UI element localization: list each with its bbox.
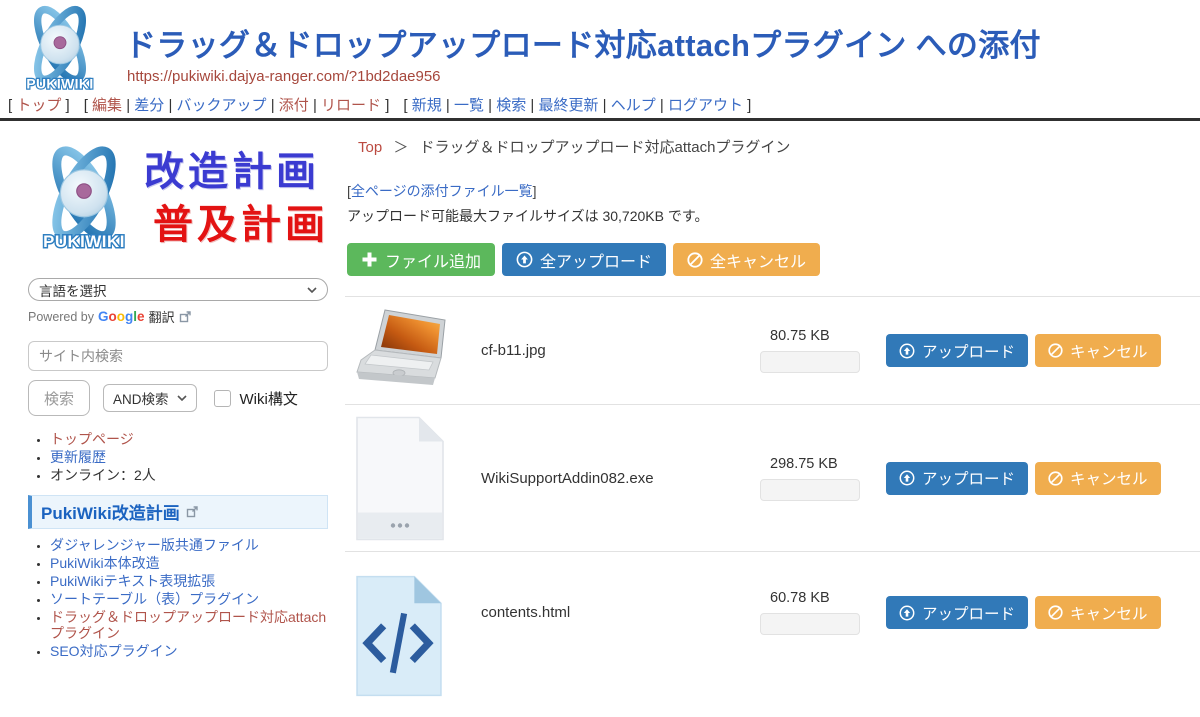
main-content: Top ＞ ドラッグ＆ドロップアップロード対応attachプラグイン [全ページ… — [345, 130, 1200, 630]
chevron-down-icon — [177, 395, 187, 401]
cancel-all-button[interactable]: 全キャンセル — [673, 243, 820, 276]
attach-file-list-row: [全ページの添付ファイル一覧] — [347, 181, 1200, 201]
powered-by-label: Powered by — [28, 310, 94, 324]
page-url-link[interactable]: https://pukiwiki.dajya-ranger.com/?1bd2d… — [127, 68, 441, 85]
nav-item[interactable]: 差分 — [134, 97, 164, 114]
search-input[interactable] — [28, 341, 328, 371]
upload-circle-icon — [899, 605, 915, 621]
sidebar-link[interactable]: PukiWikiテキスト表現拡張 — [50, 574, 330, 590]
sidebar-link[interactable]: ソートテーブル（表）プラグイン — [50, 592, 330, 608]
add-files-button[interactable]: ファイル追加 — [347, 243, 495, 276]
sidebar: 改造計画 普及計画 言語を選択 Powered by Google 翻訳 検索 … — [28, 130, 330, 662]
breadcrumb-home-link[interactable]: Top — [358, 139, 382, 156]
file-size: 80.75 KB — [760, 328, 872, 344]
and-search-select[interactable]: AND検索 — [103, 384, 197, 412]
breadcrumb-separator: ＞ — [393, 139, 408, 156]
logo-line1: 改造計画 — [144, 146, 329, 199]
and-search-value: AND検索 — [113, 388, 169, 408]
progress-bar — [760, 351, 860, 373]
cancel-circle-icon — [1048, 605, 1063, 620]
external-link-icon — [186, 506, 198, 518]
main-nav: [ トップ ][ 編集 | 差分 | バックアップ | 添付 | リロード ][… — [8, 94, 765, 115]
sidebar-links: ダジャレンジャー版共通ファイル PukiWiki本体改造 PukiWikiテキスト表… — [28, 538, 330, 660]
list-item: オンライン：2人 — [50, 468, 330, 484]
nav-item[interactable]: 検索 — [496, 97, 526, 114]
upload-button[interactable]: アップロード — [886, 462, 1028, 495]
powered-by-google: Powered by Google 翻訳 — [28, 307, 330, 326]
language-select[interactable]: 言語を選択 — [28, 278, 328, 301]
sidebar-link[interactable]: SEO対応プラグイン — [50, 644, 330, 660]
external-link-icon — [179, 311, 191, 323]
sidebar-link[interactable]: ドラッグ＆ドロップアップロード対応attachプラグイン — [50, 610, 330, 642]
wiki-syntax-checkbox[interactable] — [214, 390, 231, 407]
plus-icon — [361, 251, 378, 268]
search-controls: 検索 AND検索 Wiki構文 — [28, 380, 330, 416]
google-logo: Google — [98, 309, 145, 324]
cancel-circle-icon — [1048, 343, 1063, 358]
nav-item[interactable]: 新規 — [412, 97, 442, 114]
nav-item[interactable]: リロード — [321, 97, 381, 114]
upload-circle-icon — [899, 343, 915, 359]
bulk-action-row: ファイル追加 全アップロード 全キャンセル — [347, 243, 1200, 276]
translate-link[interactable]: 翻訳 — [149, 307, 175, 326]
progress-bar — [760, 613, 860, 635]
sidebar-quick-links: トップページ更新履歴オンライン：2人 — [28, 432, 330, 484]
file-row: cf-b11.jpg 80.75 KB アップロード キャンセル — [345, 296, 1200, 404]
file-size-cell: 80.75 KB — [760, 328, 872, 373]
sidebar-link[interactable]: トップページ — [50, 432, 330, 448]
cancel-button[interactable]: キャンセル — [1035, 596, 1161, 629]
breadcrumb-current: ドラッグ＆ドロップアップロード対応attachプラグイン — [420, 139, 791, 156]
all-pages-attach-link[interactable]: 全ページの添付ファイル一覧 — [351, 183, 533, 199]
chevron-down-icon — [307, 287, 317, 293]
wiki-syntax-label: Wiki構文 — [240, 388, 298, 409]
breadcrumb: Top ＞ ドラッグ＆ドロップアップロード対応attachプラグイン — [358, 136, 1200, 157]
upload-all-button[interactable]: 全アップロード — [502, 243, 666, 276]
file-row: contents.html 60.78 KB アップロード キャンセル — [345, 551, 1200, 673]
nav-item[interactable]: 一覧 — [454, 97, 484, 114]
file-name: cf-b11.jpg — [477, 342, 760, 359]
cancel-circle-icon — [687, 252, 703, 268]
nav-item[interactable]: ヘルプ — [611, 97, 656, 114]
upload-button[interactable]: アップロード — [886, 596, 1028, 629]
page-title: ドラッグ＆ドロップアップロード対応attachプラグイン への添付 — [125, 20, 1041, 65]
language-select-value: 言語を選択 — [39, 280, 107, 300]
file-size-cell: 298.75 KB — [760, 456, 872, 501]
max-filesize-text: アップロード可能最大ファイルサイズは 30,720KB です。 — [347, 206, 1200, 226]
nav-item[interactable]: ログアウト — [668, 97, 743, 114]
logo-line2: 普及計画 — [153, 199, 329, 252]
nav-item[interactable]: 添付 — [279, 97, 309, 114]
progress-bar — [760, 479, 860, 501]
upload-circle-icon — [899, 470, 915, 486]
bracket: ] — [533, 183, 537, 199]
nav-item[interactable]: 編集 — [92, 97, 122, 114]
search-button[interactable]: 検索 — [28, 380, 90, 416]
pukiwiki-logo-icon[interactable] — [14, 4, 106, 96]
page-header: ドラッグ＆ドロップアップロード対応attachプラグイン への添付 https:… — [0, 0, 1200, 121]
section-heading-label: PukiWiki改造計画 — [41, 499, 180, 524]
cancel-circle-icon — [1048, 471, 1063, 486]
sidebar-logo: 改造計画 普及計画 — [28, 144, 330, 262]
pukiwiki-atom-icon — [28, 144, 140, 256]
sidebar-link[interactable]: 更新履歴 — [50, 450, 330, 466]
nav-item[interactable]: バックアップ — [177, 97, 267, 114]
upload-circle-icon — [516, 251, 533, 268]
sidebar-section-heading[interactable]: PukiWiki改造計画 — [28, 495, 328, 529]
upload-button[interactable]: アップロード — [886, 334, 1028, 367]
file-name: WikiSupportAddin082.exe — [477, 470, 760, 487]
file-size: 60.78 KB — [760, 590, 872, 606]
cancel-button[interactable]: キャンセル — [1035, 462, 1161, 495]
file-name: contents.html — [477, 604, 760, 621]
html-code-file-icon — [355, 509, 477, 717]
nav-item[interactable]: トップ — [16, 97, 61, 114]
file-size-cell: 60.78 KB — [760, 590, 872, 635]
sidebar-link[interactable]: PukiWiki本体改造 — [50, 556, 330, 572]
upload-file-list: cf-b11.jpg 80.75 KB アップロード キャンセル — [345, 296, 1200, 673]
file-size: 298.75 KB — [760, 456, 872, 472]
laptop-photo-thumbnail — [355, 308, 477, 394]
nav-item[interactable]: 最終更新 — [539, 97, 599, 114]
cancel-button[interactable]: キャンセル — [1035, 334, 1161, 367]
sidebar-link[interactable]: ダジャレンジャー版共通ファイル — [50, 538, 330, 554]
